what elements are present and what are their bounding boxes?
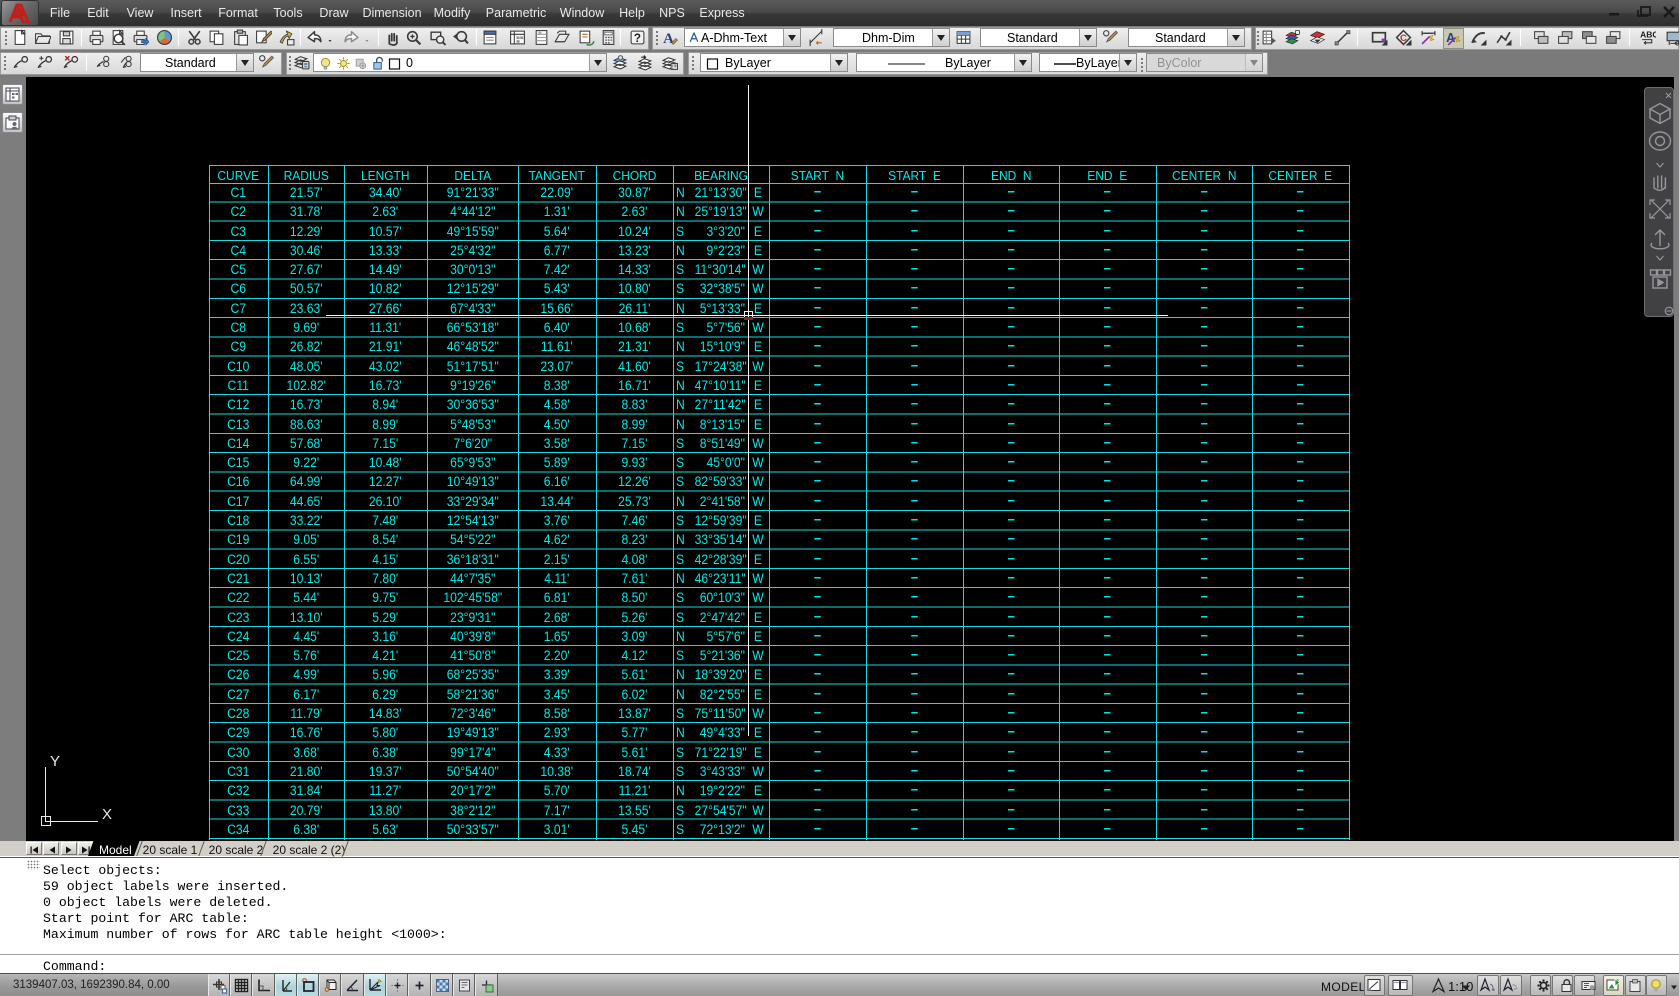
svg-text:ABC: ABC [1640,30,1656,40]
svg-text:?: ? [634,32,641,45]
svg-text:C: C [1400,33,1407,44]
